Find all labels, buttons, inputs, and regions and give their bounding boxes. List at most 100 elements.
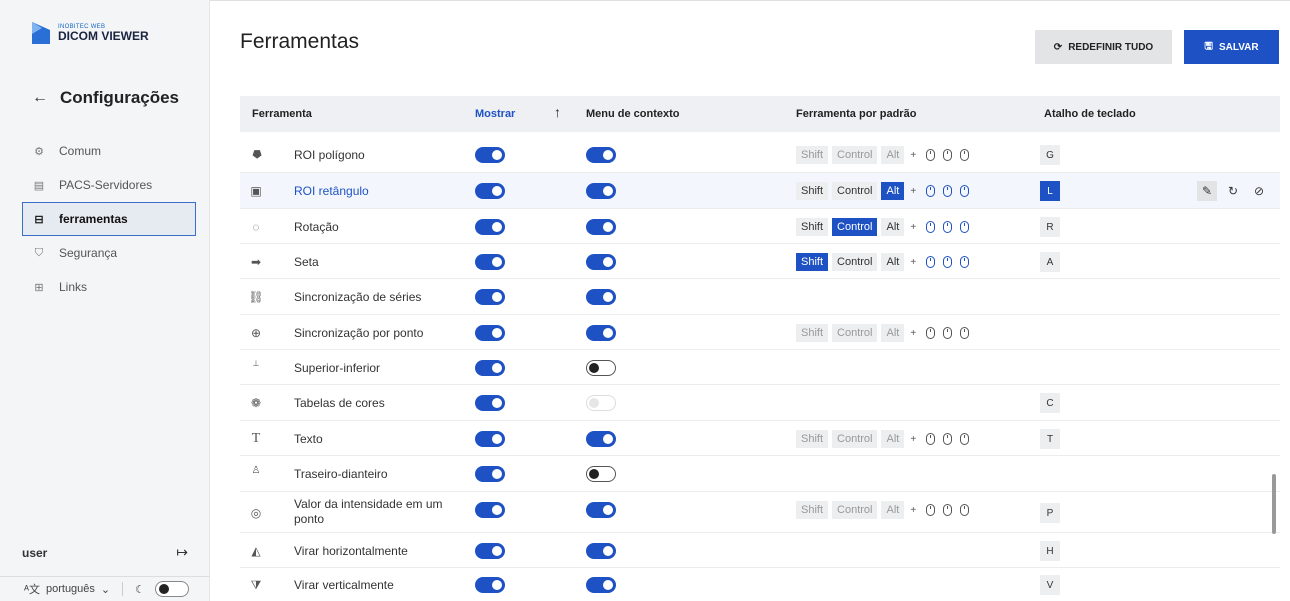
alt-key[interactable]: Alt [881, 501, 905, 519]
mouse-middle-icon[interactable] [943, 256, 953, 268]
theme-toggle[interactable] [155, 581, 190, 597]
context-toggle[interactable] [586, 577, 616, 593]
show-toggle[interactable] [475, 219, 505, 235]
shortcut-key[interactable]: L [1040, 181, 1060, 201]
context-toggle[interactable] [586, 254, 616, 270]
table-row[interactable]: ◌ Rotação Shift Control Alt + R [240, 209, 1280, 244]
shortcut-key[interactable]: V [1040, 575, 1060, 595]
context-toggle[interactable] [586, 543, 616, 559]
control-key[interactable]: Control [832, 253, 878, 271]
alt-key[interactable]: Alt [881, 218, 905, 236]
table-row[interactable]: ◎ Valor da intensidade em um ponto Shift… [240, 492, 1280, 533]
shortcut-key[interactable]: C [1040, 393, 1060, 413]
show-toggle[interactable] [475, 395, 505, 411]
alt-key[interactable]: Alt [881, 182, 905, 200]
show-toggle[interactable] [475, 431, 505, 447]
show-toggle[interactable] [475, 147, 505, 163]
context-toggle[interactable] [586, 502, 616, 518]
show-toggle[interactable] [475, 466, 505, 482]
mouse-right-icon[interactable] [960, 256, 970, 268]
sidebar-item-ferramentas[interactable]: ⊟ ferramentas [22, 202, 196, 236]
back-button[interactable]: ← Configurações [32, 88, 179, 108]
show-toggle[interactable] [475, 502, 505, 518]
table-row[interactable]: ⊕ Sincronização por ponto Shift Control … [240, 315, 1280, 350]
mouse-middle-icon[interactable] [943, 327, 953, 339]
table-row[interactable]: ▣ ROI retângulo Shift Control Alt + L ✎ … [240, 173, 1280, 209]
control-key[interactable]: Control [832, 182, 878, 200]
shift-key[interactable]: Shift [796, 501, 829, 519]
show-toggle[interactable] [475, 254, 505, 270]
mouse-left-icon[interactable] [926, 433, 936, 445]
context-toggle[interactable] [586, 360, 616, 376]
mouse-right-icon[interactable] [960, 433, 970, 445]
table-row[interactable]: T Texto Shift Control Alt + T [240, 421, 1280, 456]
mouse-right-icon[interactable] [960, 221, 970, 233]
reset-icon[interactable]: ↻ [1223, 181, 1243, 201]
mouse-middle-icon[interactable] [943, 433, 953, 445]
table-row[interactable]: ➡ Seta Shift Control Alt + A [240, 244, 1280, 279]
mouse-middle-icon[interactable] [943, 149, 953, 161]
table-row[interactable]: ❁ Tabelas de cores C [240, 385, 1280, 421]
mouse-left-icon[interactable] [926, 149, 936, 161]
shift-key[interactable]: Shift [796, 182, 829, 200]
scrollbar[interactable] [1272, 474, 1276, 534]
context-toggle[interactable] [586, 431, 616, 447]
alt-key[interactable]: Alt [881, 253, 905, 271]
control-key[interactable]: Control [832, 324, 878, 342]
sidebar-item-pacs[interactable]: ▤ PACS-Servidores [22, 168, 196, 202]
mouse-left-icon[interactable] [926, 504, 936, 516]
col-default-tool[interactable]: Ferramenta por padrão [796, 108, 916, 120]
context-toggle[interactable] [586, 289, 616, 305]
mouse-left-icon[interactable] [926, 221, 936, 233]
table-row[interactable]: ⛓ Sincronização de séries [240, 279, 1280, 315]
mouse-left-icon[interactable] [926, 185, 936, 197]
sidebar-item-links[interactable]: ⊞ Links [22, 270, 196, 304]
context-toggle[interactable] [586, 183, 616, 199]
sidebar-item-comum[interactable]: ⚙ Comum [22, 134, 196, 168]
language-select[interactable]: português [46, 583, 95, 595]
shift-key[interactable]: Shift [796, 324, 829, 342]
col-context-menu[interactable]: Menu de contexto [586, 108, 680, 120]
context-toggle[interactable] [586, 466, 616, 482]
mouse-middle-icon[interactable] [943, 185, 953, 197]
mouse-right-icon[interactable] [960, 504, 970, 516]
table-row[interactable]: ⯂ ROI polígono Shift Control Alt + G [240, 137, 1280, 173]
mouse-middle-icon[interactable] [943, 221, 953, 233]
mouse-left-icon[interactable] [926, 327, 936, 339]
mouse-left-icon[interactable] [926, 256, 936, 268]
table-row[interactable]: ◭ Virar horizontalmente H [240, 533, 1280, 568]
save-button[interactable]: 🖫 SALVAR [1184, 30, 1279, 64]
shortcut-key[interactable]: H [1040, 541, 1060, 561]
table-row[interactable]: ⧩ Virar verticalmente V [240, 568, 1280, 601]
alt-key[interactable]: Alt [881, 430, 905, 448]
shortcut-key[interactable]: P [1040, 503, 1060, 523]
col-tool[interactable]: Ferramenta [252, 108, 312, 120]
shift-key[interactable]: Shift [796, 146, 829, 164]
shortcut-key[interactable]: G [1040, 145, 1060, 165]
sidebar-item-seguranca[interactable]: ⛉ Segurança [22, 236, 196, 270]
col-shortcut[interactable]: Atalho de teclado [1044, 108, 1136, 120]
shift-key[interactable]: Shift [796, 430, 829, 448]
control-key[interactable]: Control [832, 430, 878, 448]
alt-key[interactable]: Alt [881, 324, 905, 342]
context-toggle[interactable] [586, 219, 616, 235]
col-show[interactable]: Mostrar [475, 108, 515, 120]
table-row[interactable]: ⊥ Superior-inferior [240, 350, 1280, 385]
show-toggle[interactable] [475, 360, 505, 376]
show-toggle[interactable] [475, 289, 505, 305]
table-row[interactable]: ♙ Traseiro-dianteiro [240, 456, 1280, 492]
show-toggle[interactable] [475, 183, 505, 199]
mouse-right-icon[interactable] [960, 327, 970, 339]
mouse-middle-icon[interactable] [943, 504, 953, 516]
control-key[interactable]: Control [832, 218, 878, 236]
context-toggle[interactable] [586, 147, 616, 163]
control-key[interactable]: Control [832, 501, 878, 519]
eye-off-icon[interactable]: ⊘ [1249, 181, 1269, 201]
show-toggle[interactable] [475, 325, 505, 341]
context-toggle[interactable] [586, 325, 616, 341]
logout-icon[interactable]: ↦ [176, 544, 188, 561]
shortcut-key[interactable]: T [1040, 429, 1060, 449]
reset-all-button[interactable]: ⟳ REDEFINIR TUDO [1035, 30, 1172, 64]
app-logo[interactable]: INOBITEC WEB DICOM VIEWER [30, 20, 149, 46]
control-key[interactable]: Control [832, 146, 878, 164]
